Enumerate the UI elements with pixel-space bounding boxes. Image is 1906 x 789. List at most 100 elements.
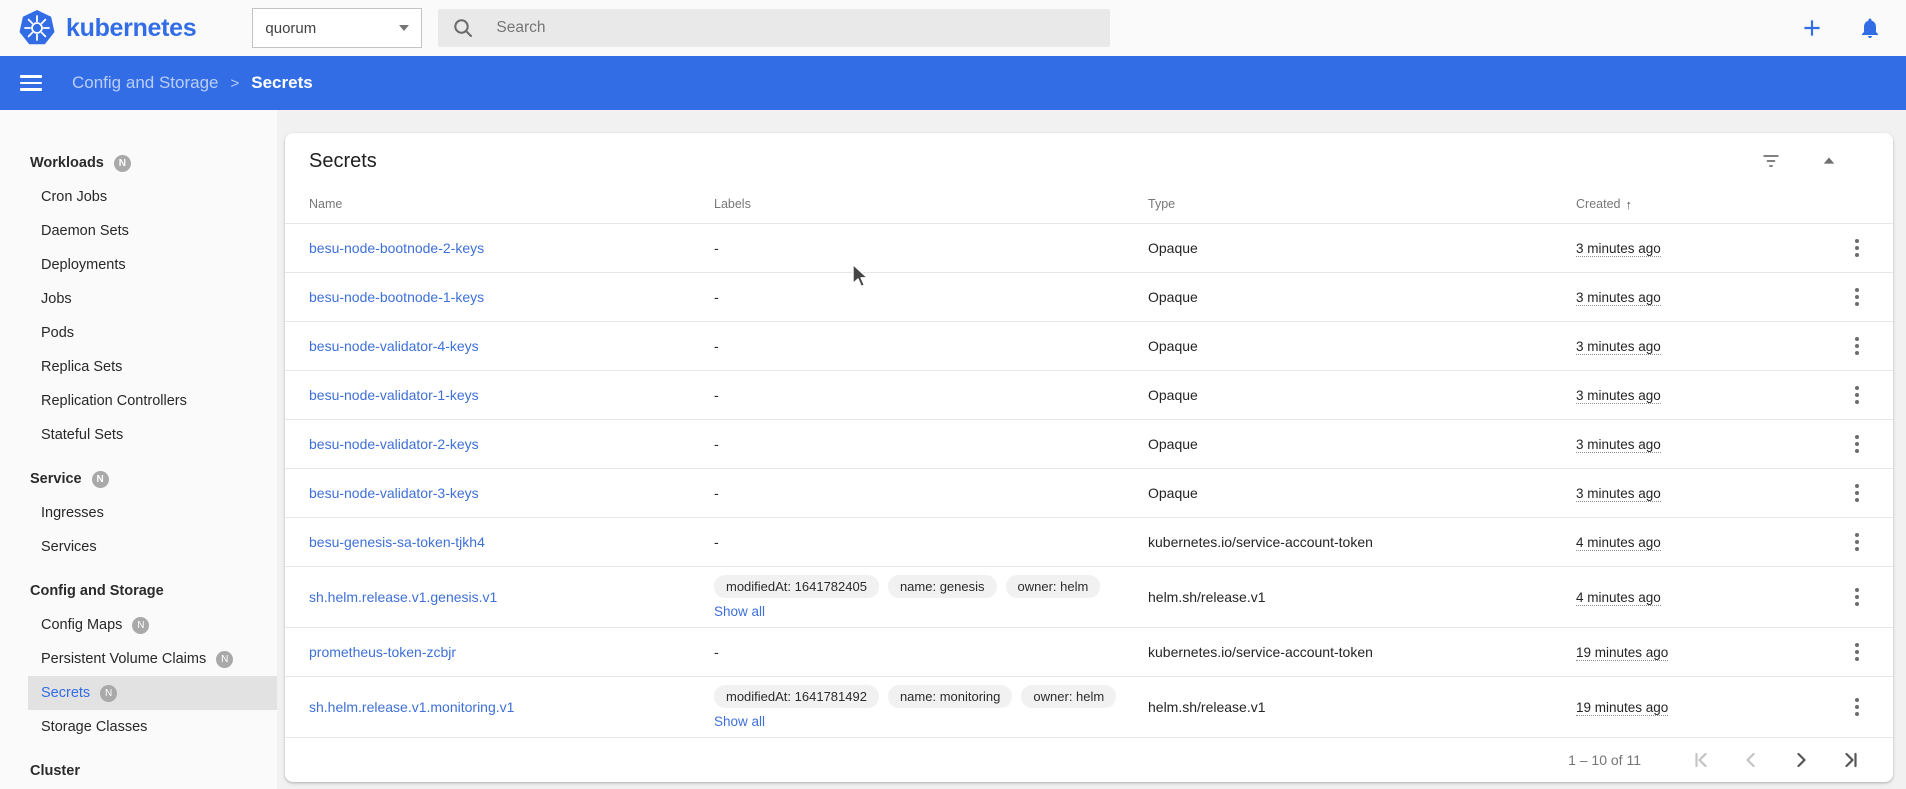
- search-input[interactable]: [496, 19, 1096, 37]
- type-value: Opaque: [1148, 240, 1198, 256]
- created-value[interactable]: 3 minutes ago: [1576, 290, 1661, 306]
- created-value[interactable]: 3 minutes ago: [1576, 486, 1661, 502]
- row-menu-button[interactable]: [1851, 694, 1863, 720]
- created-value[interactable]: 19 minutes ago: [1576, 700, 1668, 716]
- secret-name-link[interactable]: besu-genesis-sa-token-tjkh4: [309, 534, 485, 550]
- column-header-labels[interactable]: Labels: [714, 197, 1148, 211]
- sidebar-section-cluster[interactable]: Cluster: [0, 754, 277, 788]
- sidebar-item-jobs[interactable]: Jobs: [28, 282, 277, 316]
- sidebar-section-service[interactable]: ServiceN: [0, 462, 277, 496]
- show-all-link[interactable]: Show all: [714, 714, 765, 729]
- row-menu-button[interactable]: [1851, 235, 1863, 261]
- sidebar-section-label: Cluster: [30, 763, 80, 779]
- filter-button[interactable]: [1759, 149, 1783, 173]
- column-header-name[interactable]: Name: [309, 197, 714, 211]
- kebab-dot-icon: [1855, 643, 1859, 647]
- label-chip: modifiedAt: 1641782405: [714, 575, 879, 598]
- created-value[interactable]: 4 minutes ago: [1576, 535, 1661, 551]
- row-menu-button[interactable]: [1851, 431, 1863, 457]
- panel-header: Secrets: [285, 133, 1893, 185]
- created-value[interactable]: 3 minutes ago: [1576, 339, 1661, 355]
- labels-cell: -: [714, 289, 1148, 305]
- row-menu-button[interactable]: [1851, 529, 1863, 555]
- sidebar-item-ingresses[interactable]: Ingresses: [28, 496, 277, 530]
- secret-name-link[interactable]: besu-node-bootnode-2-keys: [309, 240, 484, 256]
- previous-page-button[interactable]: [1739, 748, 1763, 772]
- sidebar-item-persistent-volume-claims[interactable]: Persistent Volume ClaimsN: [28, 642, 277, 676]
- secret-name-link[interactable]: prometheus-token-zcbjr: [309, 644, 456, 660]
- created-value[interactable]: 4 minutes ago: [1576, 590, 1661, 606]
- table-row: besu-genesis-sa-token-tjkh4-kubernetes.i…: [285, 517, 1893, 566]
- row-menu-button[interactable]: [1851, 382, 1863, 408]
- column-header-label: Name: [309, 197, 342, 211]
- type-value: Opaque: [1148, 289, 1198, 305]
- type-cell: kubernetes.io/service-account-token: [1148, 534, 1576, 550]
- create-resource-button[interactable]: [1798, 14, 1826, 42]
- kebab-dot-icon: [1855, 595, 1859, 599]
- breadcrumb: Config and Storage > Secrets: [72, 73, 313, 93]
- sidebar-nav: WorkloadsNCron JobsDaemon Sets Deployment…: [0, 110, 277, 789]
- created-value[interactable]: 3 minutes ago: [1576, 437, 1661, 453]
- next-page-button[interactable]: [1789, 748, 1813, 772]
- row-actions: [1821, 584, 1893, 610]
- created-value[interactable]: 3 minutes ago: [1576, 241, 1661, 257]
- sidebar-item-cron-jobs[interactable]: Cron Jobs: [28, 180, 277, 214]
- secret-name-link[interactable]: sh.helm.release.v1.monitoring.v1: [309, 699, 514, 715]
- sidebar-section-config-and-storage[interactable]: Config and Storage: [0, 574, 277, 608]
- row-menu-button[interactable]: [1851, 480, 1863, 506]
- table-row: sh.helm.release.v1.monitoring.v1modified…: [285, 676, 1893, 737]
- sidebar-section-workloads[interactable]: WorkloadsN: [0, 146, 277, 180]
- row-menu-button[interactable]: [1851, 584, 1863, 610]
- sidebar-item-stateful-sets[interactable]: Stateful Sets: [28, 418, 277, 452]
- first-page-button[interactable]: [1689, 748, 1713, 772]
- secret-name-link[interactable]: besu-node-validator-1-keys: [309, 387, 479, 403]
- secret-name-link[interactable]: sh.helm.release.v1.genesis.v1: [309, 589, 497, 605]
- last-page-button[interactable]: [1839, 748, 1863, 772]
- table-row: prometheus-token-zcbjr-kubernetes.io/ser…: [285, 627, 1893, 676]
- label-chip: name: monitoring: [888, 685, 1012, 708]
- sidebar-item-daemon-sets[interactable]: Daemon Sets: [28, 214, 277, 248]
- secret-name-link[interactable]: besu-node-bootnode-1-keys: [309, 289, 484, 305]
- secrets-table: Name LabelsTypeCreated↑ besu-node-bootnode…: [285, 185, 1893, 737]
- labels-empty-value: -: [714, 436, 1148, 452]
- sidebar-item-replica-sets[interactable]: Replica Sets: [28, 350, 277, 384]
- search-bar[interactable]: [438, 9, 1110, 47]
- name-cell: besu-node-bootnode-2-keys: [309, 240, 714, 256]
- created-cell: 3 minutes ago: [1576, 387, 1821, 403]
- created-value[interactable]: 19 minutes ago: [1576, 645, 1668, 661]
- sidebar-item-config-maps[interactable]: Config MapsN: [28, 608, 277, 642]
- row-actions: [1821, 333, 1893, 359]
- menu-button[interactable]: [20, 75, 44, 91]
- breadcrumb-parent[interactable]: Config and Storage: [72, 73, 219, 93]
- sidebar-item-secrets[interactable]: SecretsN: [28, 676, 277, 710]
- show-all-link[interactable]: Show all: [714, 604, 765, 619]
- kebab-dot-icon: [1855, 533, 1859, 537]
- created-value[interactable]: 3 minutes ago: [1576, 388, 1661, 404]
- collapse-button[interactable]: [1817, 149, 1841, 173]
- column-header-created[interactable]: Created↑: [1576, 197, 1821, 212]
- secret-name-link[interactable]: besu-node-validator-2-keys: [309, 436, 479, 452]
- label-chip: owner: helm: [1021, 685, 1116, 708]
- sidebar-item-services[interactable]: Services: [28, 530, 277, 564]
- namespace-selector[interactable]: quorum: [252, 8, 422, 48]
- secret-name-link[interactable]: besu-node-validator-3-keys: [309, 485, 479, 501]
- type-value: Opaque: [1148, 387, 1198, 403]
- sidebar-item-label: Deployments: [41, 257, 126, 273]
- sidebar-section-label: Service: [30, 471, 82, 487]
- kebab-dot-icon: [1855, 540, 1859, 544]
- row-menu-button[interactable]: [1851, 284, 1863, 310]
- notifications-button[interactable]: [1856, 14, 1884, 42]
- kebab-dot-icon: [1855, 302, 1859, 306]
- type-cell: Opaque: [1148, 485, 1576, 501]
- row-menu-button[interactable]: [1851, 639, 1863, 665]
- kebab-dot-icon: [1855, 253, 1859, 257]
- row-menu-button[interactable]: [1851, 333, 1863, 359]
- column-header-type[interactable]: Type: [1148, 197, 1576, 211]
- secret-name-link[interactable]: besu-node-validator-4-keys: [309, 338, 479, 354]
- sidebar-item-pods[interactable]: Pods: [28, 316, 277, 350]
- sidebar-item-replication-controllers[interactable]: Replication Controllers: [28, 384, 277, 418]
- sidebar-item-deployments[interactable]: Deployments: [28, 248, 277, 282]
- sidebar-item-storage-classes[interactable]: Storage Classes: [28, 710, 277, 744]
- sidebar-item-label: Ingresses: [41, 505, 104, 521]
- kubernetes-logo[interactable]: kubernetes: [18, 9, 196, 47]
